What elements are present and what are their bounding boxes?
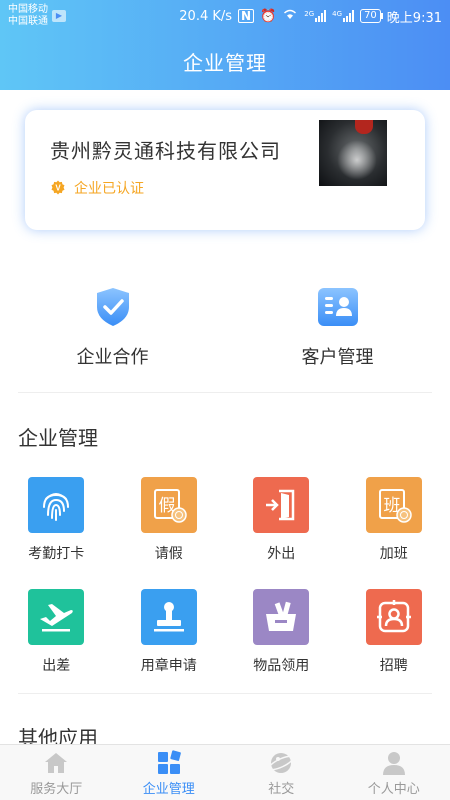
nfc-icon: N (238, 9, 255, 23)
clock: 晚上9:31 (386, 10, 442, 26)
contact-card-icon (317, 288, 358, 326)
tile (253, 477, 310, 533)
divider (18, 693, 432, 694)
notification-icon: ▶ (52, 10, 66, 22)
fingerprint-icon (43, 493, 70, 521)
grid-item-label: 招聘 (379, 658, 408, 674)
tile: 班 (365, 477, 422, 533)
status-indicators: 20.4 K/s N ⏰ 2G 4G 70 晚上9:31 (179, 7, 442, 26)
nav-item-enterprise-management[interactable]: 企业管理 (113, 745, 226, 800)
grid-item-label: 外出 (267, 546, 296, 562)
seal-stamp-icon (153, 602, 184, 632)
shield-check-icon (96, 288, 129, 326)
quick-entry-label: 客户管理 (301, 347, 374, 368)
company-card[interactable]: 贵州黔灵通科技有限公司 V 企业已认证 (25, 110, 425, 230)
grid-blocks-icon (157, 750, 181, 774)
verified-status: V 企业已认证 (50, 178, 144, 198)
nav-item-social[interactable]: 社交 (225, 745, 338, 800)
nav-label: 个人中心 (367, 782, 420, 797)
grid-item-label: 物品领用 (253, 658, 310, 674)
enterprise-cooperation-button[interactable]: 企业合作 (0, 285, 225, 369)
customer-management-button[interactable]: 客户管理 (225, 285, 450, 369)
wifi-icon (282, 8, 298, 24)
verified-badge-icon: V (51, 180, 65, 195)
status-bar: 中国移动 中国联通 ▶ 20.4 K/s N ⏰ 2G 4G 70 晚上9:31 (0, 0, 450, 32)
feature-grid-row-2: 出差 用章申请 物品领用 招聘 (0, 589, 450, 675)
company-name: 贵州黔灵通科技有限公司 (50, 139, 281, 163)
attendance-button[interactable]: 考勤打卡 (0, 477, 113, 563)
company-logo (319, 120, 387, 186)
nav-label: 社交 (268, 782, 295, 797)
quick-entry-label: 企业合作 (76, 347, 149, 368)
planet-icon (268, 753, 294, 773)
supplies-box-icon (266, 601, 297, 631)
overtime-button[interactable]: 班 加班 (338, 477, 450, 563)
battery-indicator: 70 (360, 9, 383, 23)
nav-item-personal-center[interactable]: 个人中心 (338, 745, 450, 800)
carrier-2: 中国联通 (8, 16, 48, 27)
signal-1-icon: 2G (304, 10, 327, 22)
tile (28, 477, 85, 533)
home-icon (45, 753, 68, 773)
grid-item-label: 用章申请 (140, 658, 197, 674)
supplies-request-button[interactable]: 物品领用 (225, 589, 338, 675)
page-title: 企业管理 (183, 50, 267, 75)
section-title-enterprise-management: 企业管理 (18, 426, 98, 450)
recruitment-button[interactable]: 招聘 (338, 589, 450, 675)
overtime-stamp-icon: 班 (378, 489, 412, 523)
business-trip-button[interactable]: 出差 (0, 589, 113, 675)
divider (18, 392, 432, 393)
nav-item-service-hall[interactable]: 服务大厅 (0, 745, 113, 800)
carrier-info: 中国移动 中国联通 ▶ (8, 4, 66, 28)
alarm-icon: ⏰ (260, 8, 277, 24)
tile (28, 589, 85, 645)
network-speed: 20.4 K/s (179, 8, 233, 24)
leave-stamp-icon: 假 (153, 489, 187, 523)
top-bar: 中国移动 中国联通 ▶ 20.4 K/s N ⏰ 2G 4G 70 晚上9:31… (0, 0, 450, 90)
bottom-nav: 服务大厅 企业管理 社交 个人中心 (0, 744, 450, 800)
grid-item-label: 加班 (379, 546, 408, 562)
nav-label: 企业管理 (142, 782, 195, 797)
grid-item-label: 请假 (154, 546, 183, 562)
tile (253, 589, 310, 645)
recruit-icon (376, 600, 411, 633)
nav-label: 服务大厅 (30, 782, 83, 797)
signal-2-icon: 4G (332, 10, 355, 22)
leave-button[interactable]: 假 请假 (113, 477, 226, 563)
tile (365, 589, 422, 645)
svg-text:V: V (55, 184, 61, 193)
tile: 假 (140, 477, 197, 533)
feature-grid-row-1: 考勤打卡 假 请假 外出 班 加班 (0, 477, 450, 563)
carrier-1: 中国移动 (8, 4, 48, 15)
airplane-icon (40, 604, 74, 632)
go-out-button[interactable]: 外出 (225, 477, 338, 563)
quick-entries: 企业合作 客户管理 (0, 285, 450, 369)
exit-door-icon (266, 489, 295, 521)
person-icon (382, 752, 405, 775)
tile (140, 589, 197, 645)
grid-item-label: 出差 (42, 658, 71, 674)
verified-label: 企业已认证 (74, 181, 144, 197)
seal-application-button[interactable]: 用章申请 (113, 589, 226, 675)
grid-item-label: 考勤打卡 (28, 546, 85, 562)
